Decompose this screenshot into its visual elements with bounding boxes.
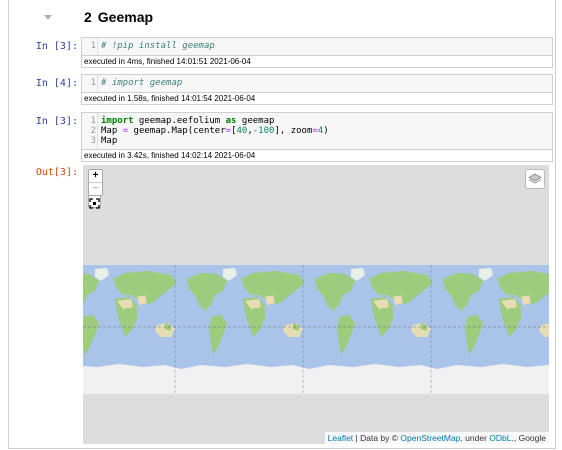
zoom-control: + −	[88, 169, 103, 196]
code-cell[interactable]: 1 # import geemap	[81, 74, 553, 93]
line-numbers: 1	[90, 78, 96, 88]
layers-button[interactable]	[525, 169, 545, 189]
zoom-out-button[interactable]: −	[89, 183, 102, 195]
section-number: 2	[84, 9, 92, 25]
leaflet-link[interactable]: Leaflet	[328, 433, 354, 443]
code-line: # import geemap	[101, 78, 182, 88]
attribution-google: ., Google	[511, 433, 547, 443]
fullscreen-icon	[89, 198, 100, 209]
odbl-link[interactable]: ODbL	[489, 433, 511, 443]
code-line: # !pip install geemap	[101, 41, 215, 51]
code-line: Map	[101, 136, 329, 146]
exec-status: executed in 3.42s, finished 14:02:14 202…	[81, 150, 553, 162]
code-editor[interactable]: # import geemap	[101, 78, 182, 88]
exec-status: executed in 1.58s, finished 14:01:54 202…	[81, 93, 553, 105]
code-token: )	[323, 126, 329, 136]
code-token: geemap.eefolium	[133, 116, 226, 126]
code-cell[interactable]: 1 # !pip install geemap	[81, 37, 553, 56]
fullscreen-button[interactable]	[88, 195, 101, 209]
line-numbers: 1 2 3	[90, 116, 96, 146]
code-line: Map = geemap.Map(center=[40,-100], zoom=…	[101, 126, 329, 136]
code-token: 40	[236, 126, 248, 136]
output-prompt: Out[3]:	[35, 167, 78, 178]
code-editor[interactable]: # !pip install geemap	[101, 41, 215, 51]
code-token: Map	[101, 126, 123, 136]
code-token: ], zoom	[274, 126, 313, 136]
code-cell[interactable]: 1 2 3 import geemap.eefolium as geemap Ma…	[81, 112, 553, 150]
collapse-caret-icon[interactable]	[44, 15, 52, 20]
osm-link[interactable]: OpenStreetMap	[400, 433, 460, 443]
code-token: geemap	[236, 116, 275, 126]
code-token: # !pip install geemap	[101, 41, 215, 51]
code-editor[interactable]: import geemap.eefolium as geemap Map = ge…	[101, 116, 329, 146]
map-view[interactable]: + − Leaflet | Data by © OpenStreetMap, u…	[83, 165, 549, 444]
attribution-data-by: | Data by ©	[355, 433, 399, 443]
code-token: geemap.Map(center	[128, 126, 226, 136]
code-token: import	[101, 116, 134, 126]
layers-icon	[528, 173, 542, 184]
code-line: import geemap.eefolium as geemap	[101, 116, 329, 126]
exec-status: executed in 4ms, finished 14:01:51 2021-…	[81, 56, 553, 68]
cell-prompt: In [3]:	[35, 41, 78, 52]
section-heading: 2 Geemap	[84, 9, 153, 25]
code-token: -100	[252, 126, 275, 136]
zoom-in-button[interactable]: +	[89, 170, 102, 183]
code-token: as	[225, 116, 237, 126]
section-title: Geemap	[97, 9, 154, 25]
code-token: Map	[101, 136, 118, 146]
attribution-under: , under	[460, 433, 487, 443]
code-token: # import geemap	[101, 78, 183, 88]
cell-prompt: In [3]:	[35, 116, 78, 127]
cell-prompt: In [4]:	[35, 78, 78, 89]
map-attribution: Leaflet | Data by © OpenStreetMap, under…	[324, 432, 549, 444]
line-numbers: 1	[90, 41, 96, 51]
world-map-tiles	[83, 265, 549, 394]
